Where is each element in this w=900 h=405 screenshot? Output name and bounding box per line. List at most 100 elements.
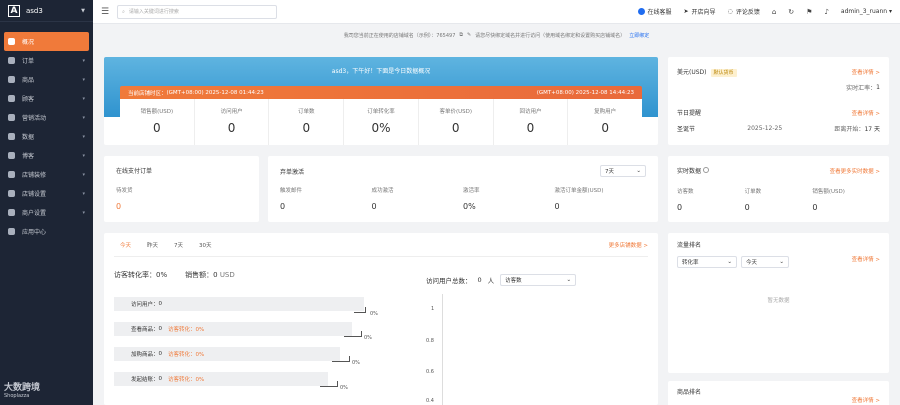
card-title: 流量排名 <box>677 242 702 249</box>
sidebar-item-data[interactable]: 数据 ▾ <box>0 127 93 146</box>
card-title: 弃单激活 <box>280 168 305 176</box>
edit-icon[interactable]: ✎ <box>467 32 471 38</box>
stat-label: 复购用户 <box>594 109 617 115</box>
tab-7days[interactable]: 7天 <box>174 241 183 249</box>
stat-orders: 订单数 0 <box>269 99 345 145</box>
stat-repurchase: 复购用户 0 <box>568 99 642 145</box>
notice-text-2: 请您尽快绑定域名并进行访问（使用域名绑定和设置购买店铺域名） <box>475 32 626 39</box>
chevron-down-icon: ⌄ <box>636 168 641 174</box>
more-realtime-link[interactable]: 查看更多实时数据 > <box>830 167 880 175</box>
holiday-title: 节日提醒 <box>677 110 702 117</box>
tab-30days[interactable]: 30天 <box>199 241 212 249</box>
merchant-settings-icon <box>8 209 15 216</box>
notice-text: 我司您当前正在使用的店铺域名（示例）：765497 <box>343 32 456 39</box>
stat-value: 0 <box>227 121 236 135</box>
refresh-icon[interactable]: ↻ <box>788 8 794 16</box>
visitors-value: 0 <box>477 276 482 284</box>
sidebar-item-orders[interactable]: 订单 ▾ <box>0 51 93 70</box>
pending-shipment-value[interactable]: 0 <box>116 202 247 211</box>
tab-yesterday[interactable]: 昨天 <box>147 241 158 249</box>
chevron-down-icon: ▾ <box>82 114 85 121</box>
user-menu[interactable]: admin_3_ruann ▾ <box>841 8 892 15</box>
abandoned-checkout-card: 弃单激活 7天 ⌄ 触发邮件 0 成功激活 0 激活率 0% 激活订单金额(USD) 0 <box>268 156 658 222</box>
metric-value: 0 <box>812 203 818 212</box>
realtime-orders: 订单数 0 <box>745 187 813 212</box>
sidebar-item-store-settings[interactable]: 店铺设置 ▾ <box>0 184 93 203</box>
goods-details-link[interactable]: 查看详情 > <box>852 396 880 404</box>
sales-label: 销售额： <box>185 271 214 279</box>
topbar: ☰ ⌕ 请输入关键词进行搜索 在线客服 ➤ 开店向导 ◌ 评论反馈 ⌂ ↻ ⚑ ♪ … <box>93 0 900 24</box>
funnel-conversion: 访客转化：0% <box>168 327 205 333</box>
stat-returning: 回访用户 0 <box>494 99 569 145</box>
search-input[interactable]: ⌕ 请输入关键词进行搜索 <box>117 4 278 19</box>
user-name: admin_3_ruann <box>840 8 888 15</box>
visitors-chart: 访问用户总数： 0 人 访客数 ⌄ 1 0.8 0.6 0.4 <box>426 274 656 405</box>
metric-label: 激活率 <box>463 188 480 194</box>
visitors-metric-select[interactable]: 访客数 ⌄ <box>500 274 577 286</box>
more-store-data-link[interactable]: 更多店铺数据 > <box>609 241 648 249</box>
funnel-label: 访问用户： <box>131 302 159 308</box>
sidebar-item-marketing[interactable]: 营销活动 ▾ <box>0 108 93 127</box>
sales-summary: 销售额：0 USD <box>185 270 235 280</box>
sidebar-item-label: 店铺设置 <box>22 191 47 198</box>
period-select[interactable]: 7天 ⌄ <box>600 165 646 177</box>
sidebar-item-customers[interactable]: 顾客 ▾ <box>0 89 93 108</box>
funnel-row: 发起结账： 0 访客转化：0% <box>114 372 328 386</box>
currency-name: 美元(USD) <box>677 69 707 76</box>
visitors-label: 访问用户总数： <box>426 277 472 285</box>
funnel-connector <box>320 381 338 387</box>
empty-state: 暂无数据 <box>767 298 790 304</box>
app-center-icon <box>8 228 15 235</box>
bind-domain-link[interactable]: 立即绑定 <box>629 32 649 39</box>
funnel-percent: 0% <box>352 360 360 366</box>
sidebar-item-label: 商户设置 <box>22 210 47 217</box>
copy-icon[interactable]: ⧉ <box>459 32 463 38</box>
store-switcher[interactable]: A asd3 ▼ <box>0 0 93 22</box>
sidebar-item-goods[interactable]: 商品 ▾ <box>0 70 93 89</box>
exchange-rate-label: 实时汇率： <box>846 85 877 92</box>
traffic-metric-select[interactable]: 转化率 ⌄ <box>677 256 737 268</box>
goods-icon <box>8 76 15 83</box>
sidebar-item-decor[interactable]: 店铺装修 ▾ <box>0 165 93 184</box>
metric-label: 触发邮件 <box>280 188 303 194</box>
blog-icon <box>8 152 15 159</box>
menu-toggle-icon[interactable]: ☰ <box>101 7 109 17</box>
sidebar-item-overview[interactable]: 概况 <box>4 32 89 51</box>
sidebar-item-label: 订单 <box>22 58 35 65</box>
notice-bar: 我司您当前正在使用的店铺域名（示例）：765497 ⧉ ✎ 请您尽快绑定域名并进… <box>93 24 900 46</box>
home-icon[interactable]: ⌂ <box>772 8 776 16</box>
select-value: 转化率 <box>682 260 699 266</box>
sidebar-item-merchant-settings[interactable]: 商户设置 ▾ <box>0 203 93 222</box>
store-name: asd3 <box>26 6 43 15</box>
stat-label: 销售额(USD) <box>140 109 174 115</box>
chevron-down-icon: ▼ <box>81 7 85 14</box>
open-guide-button[interactable]: ➤ 开店向导 <box>684 7 716 16</box>
feedback-button[interactable]: ◌ 评论反馈 <box>728 7 760 16</box>
chevron-down-icon: ▾ <box>82 76 85 83</box>
chevron-down-icon: ⌄ <box>566 277 572 283</box>
tab-today[interactable]: 今天 <box>120 241 131 249</box>
metric-value: 0% <box>463 202 476 211</box>
traffic-period-select[interactable]: 今天 ⌄ <box>741 256 789 268</box>
conversion-funnel: 访问用户： 0 查看商品： 0 访客转化：0% 加购商品： 0 访客转化：0% 发起结账：… <box>114 297 378 397</box>
traffic-details-link[interactable]: 查看详情 > <box>852 255 880 263</box>
online-service-button[interactable]: 在线客服 <box>637 7 672 16</box>
decor-icon <box>8 171 15 178</box>
currency-details-link[interactable]: 查看详情 > <box>852 68 880 76</box>
flag-icon[interactable]: ⚑ <box>806 8 812 16</box>
sidebar-item-blog[interactable]: 博客 ▾ <box>0 146 93 165</box>
funnel-value: 0 <box>158 376 163 382</box>
card-title: 实时数据 <box>677 168 702 175</box>
search-placeholder: 请输入关键词进行搜索 <box>128 9 179 15</box>
visitors-unit: 人 <box>487 277 495 285</box>
sidebar-item-app-center[interactable]: 应用中心 <box>0 222 93 241</box>
help-icon[interactable] <box>702 167 709 173</box>
sidebar-item-label: 应用中心 <box>22 229 47 236</box>
holiday-details-link[interactable]: 查看详情 > <box>852 109 880 117</box>
search-icon: ⌕ <box>122 8 125 15</box>
holiday-date: 2025-12-25 <box>747 125 783 132</box>
bell-icon[interactable]: ♪ <box>824 8 828 16</box>
conversion-value: 0% <box>156 271 168 279</box>
metric-value: 0 <box>280 202 286 211</box>
sidebar-item-label: 博客 <box>22 153 35 160</box>
